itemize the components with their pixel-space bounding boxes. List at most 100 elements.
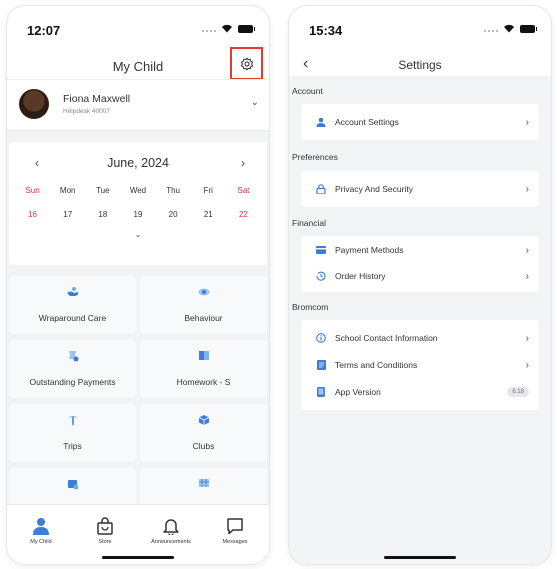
status-time: 15:34	[309, 23, 343, 38]
page-title: Settings	[398, 58, 442, 72]
status-icons	[484, 24, 537, 33]
chevron-right-icon: ›	[525, 270, 529, 282]
bell-icon	[163, 519, 179, 535]
tab-my-child[interactable]: My Child	[9, 513, 73, 545]
timetable-icon	[198, 479, 209, 487]
weekday-label: Sun	[25, 186, 40, 195]
tab-label: Messages	[222, 539, 248, 545]
gear-icon[interactable]	[240, 57, 254, 71]
behaviour-icon	[198, 288, 209, 296]
date-cell[interactable]: 20	[158, 210, 188, 219]
battery-icon	[520, 24, 537, 33]
date-cell[interactable]: 19	[123, 210, 153, 219]
status-icons	[202, 24, 255, 33]
row-app-version: App Version 6.18	[301, 379, 539, 405]
child-profile-selector[interactable]: Fiona Maxwell Helpdesk 40007 ⌄	[7, 79, 269, 131]
tile-clubs[interactable]: Clubs	[140, 404, 267, 462]
date-cell[interactable]: 16	[18, 210, 48, 219]
phone-icon	[317, 387, 325, 397]
card-bromcom: School Contact Information › Terms and C…	[301, 320, 539, 410]
card-preferences: Privacy And Security ›	[301, 171, 539, 207]
date-cell[interactable]: 22	[228, 210, 258, 219]
settings-gear-highlight[interactable]	[230, 47, 263, 80]
my-child-screen: 12:07 My Child Fiona Maxwell Helpdesk 40…	[7, 6, 269, 564]
row-order-history[interactable]: Order History ›	[301, 263, 539, 289]
calendar-icon	[67, 480, 78, 490]
row-label: School Contact Information	[335, 333, 438, 343]
card-account: Account Settings ›	[301, 104, 539, 140]
weekday-label: Mon	[59, 186, 76, 195]
bag-icon	[97, 517, 113, 535]
payments-icon	[68, 351, 78, 362]
weekday-label: Wed	[129, 186, 147, 195]
row-payment-methods[interactable]: Payment Methods ›	[301, 237, 539, 263]
card-financial: Payment Methods › Order History ›	[301, 236, 539, 292]
tab-label: Announcements	[151, 539, 191, 545]
chevron-right-icon: ›	[525, 332, 529, 344]
wifi-icon	[504, 24, 514, 33]
tile-wraparound-care[interactable]: Wraparound Care	[9, 276, 136, 334]
tile-homework[interactable]: Homework - S	[140, 340, 267, 398]
user-icon	[316, 117, 326, 127]
tile-label: Homework - S	[176, 377, 231, 387]
tile-behaviour[interactable]: Behaviour	[140, 276, 267, 334]
weekday-label: Thu	[166, 186, 181, 195]
hand-care-icon	[66, 287, 78, 296]
section-financial: Financial	[292, 218, 327, 228]
history-icon	[316, 271, 326, 281]
weekday-label: Sat	[237, 186, 250, 195]
status-time: 12:07	[27, 23, 61, 38]
row-privacy-security[interactable]: Privacy And Security ›	[301, 176, 539, 202]
date-cell[interactable]: 21	[193, 210, 223, 219]
home-indicator	[384, 556, 456, 559]
chevron-right-icon: ›	[525, 244, 529, 256]
credit-card-icon	[316, 246, 326, 254]
tile-outstanding-payments[interactable]: Outstanding Payments	[9, 340, 136, 398]
week-dates: 16 17 18 19 20 21 22	[9, 210, 267, 219]
chevron-down-icon[interactable]: ⌄	[251, 97, 259, 108]
row-label: Order History	[335, 271, 386, 281]
tab-store[interactable]: Store	[73, 513, 137, 545]
expand-calendar-icon[interactable]: ⌄	[9, 230, 267, 239]
week-calendar: ‹ June, 2024 › Sun Mon Tue Wed Thu Fri S…	[9, 142, 267, 265]
chevron-right-icon: ›	[525, 359, 529, 371]
weekday-label: Tue	[96, 186, 110, 195]
row-terms-conditions[interactable]: Terms and Conditions ›	[301, 352, 539, 378]
child-subtitle: Helpdesk 40007	[63, 108, 110, 115]
book-icon	[198, 351, 209, 360]
chat-icon	[227, 518, 243, 535]
row-school-contact[interactable]: School Contact Information ›	[301, 325, 539, 351]
clubs-icon	[198, 415, 209, 425]
row-label: Payment Methods	[335, 245, 404, 255]
chevron-right-icon: ›	[525, 116, 529, 128]
tab-label: My Child	[30, 539, 52, 545]
row-label: Privacy And Security	[335, 184, 413, 194]
tile-label: Wraparound Care	[38, 313, 107, 323]
calendar-month: June, 2024	[107, 156, 169, 170]
wifi-icon	[222, 24, 232, 33]
status-bar: 12:07	[7, 6, 269, 46]
next-month-button[interactable]: ›	[241, 156, 245, 170]
weekday-label: Fri	[203, 186, 213, 195]
home-indicator	[102, 556, 174, 559]
bottom-tab-bar: My Child Store Announcements Messages	[7, 504, 269, 564]
status-bar: 15:34	[289, 6, 551, 46]
tile-trips[interactable]: Trips	[9, 404, 136, 462]
row-account-settings[interactable]: Account Settings ›	[301, 109, 539, 135]
dashboard-body: ‹ June, 2024 › Sun Mon Tue Wed Thu Fri S…	[7, 131, 269, 564]
row-label: Terms and Conditions	[335, 360, 418, 370]
signal-icon	[202, 29, 216, 32]
section-bromcom: Bromcom	[292, 302, 329, 312]
weekday-headers: Sun Mon Tue Wed Thu Fri Sat	[9, 186, 267, 195]
date-cell[interactable]: 18	[88, 210, 118, 219]
tab-label: Store	[98, 539, 112, 545]
tab-announcements[interactable]: Announcements	[139, 513, 203, 545]
info-icon	[316, 333, 326, 343]
tab-messages[interactable]: Messages	[203, 513, 267, 545]
child-name: Fiona Maxwell	[63, 93, 131, 105]
date-cell[interactable]: 17	[53, 210, 83, 219]
nav-bar: ‹ Settings	[289, 51, 551, 75]
settings-screen: 15:34 ‹ Settings Account Account Setting…	[289, 6, 551, 564]
lock-icon	[316, 184, 326, 194]
row-label: App Version	[335, 387, 381, 397]
